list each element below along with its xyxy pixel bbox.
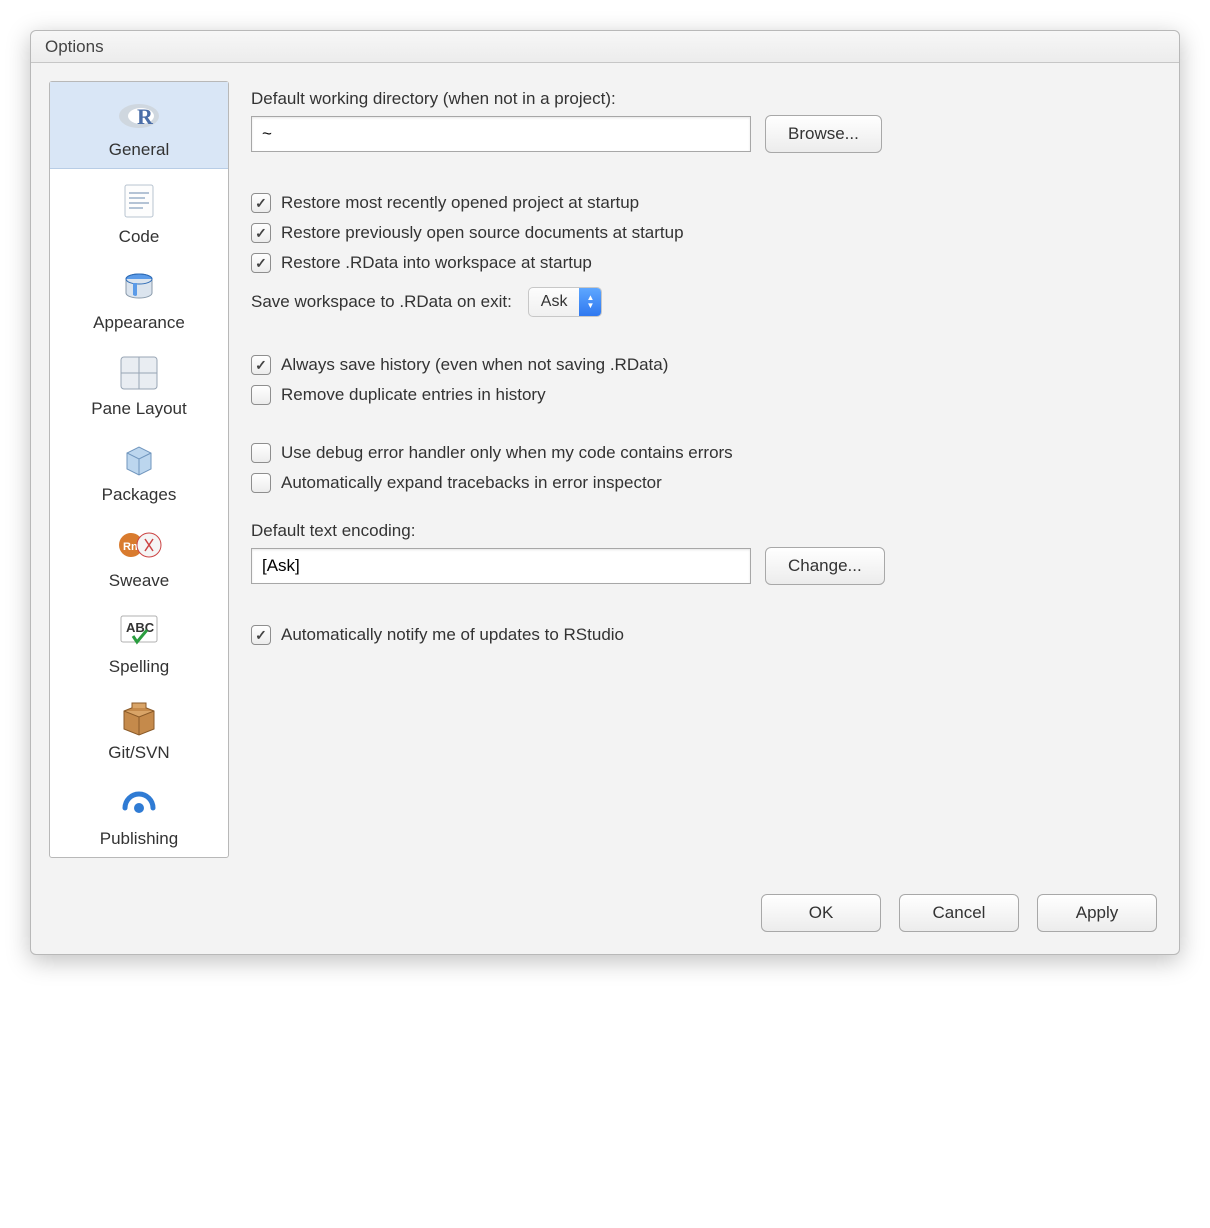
notify-updates-label: Automatically notify me of updates to RS… [281,625,624,645]
sidebar-item-label: Code [119,227,160,247]
dialog-footer: OK Cancel Apply [31,876,1179,954]
main-panel: Default working directory (when not in a… [251,81,1161,858]
working-dir-label: Default working directory (when not in a… [251,89,1151,109]
save-workspace-label: Save workspace to .RData on exit: [251,292,512,312]
working-dir-input[interactable] [251,116,751,152]
restore-rdata-checkbox[interactable] [251,253,271,273]
r-logo-icon: R [115,92,163,136]
save-workspace-select[interactable]: Ask ▲▼ [528,287,603,317]
change-button[interactable]: Change... [765,547,885,585]
expand-tracebacks-label: Automatically expand tracebacks in error… [281,473,662,493]
cancel-button[interactable]: Cancel [899,894,1019,932]
encoding-input[interactable] [251,548,751,584]
restore-project-label: Restore most recently opened project at … [281,193,639,213]
restore-project-checkbox[interactable] [251,193,271,213]
expand-tracebacks-checkbox[interactable] [251,473,271,493]
window-title: Options [45,37,104,57]
code-file-icon [119,179,159,223]
remove-dup-history-label: Remove duplicate entries in history [281,385,546,405]
sidebar-item-code[interactable]: Code [50,169,228,255]
paint-bucket-icon [119,265,159,309]
apply-button[interactable]: Apply [1037,894,1157,932]
sidebar-item-label: General [109,140,169,160]
restore-docs-label: Restore previously open source documents… [281,223,684,243]
debug-error-handler-label: Use debug error handler only when my cod… [281,443,733,463]
pane-layout-icon [118,351,160,395]
save-workspace-value: Ask [529,293,580,311]
cardboard-box-icon [118,695,160,739]
package-box-icon [119,437,159,481]
sidebar-item-sweave[interactable]: Rnw Sweave [50,513,228,599]
sidebar-item-spelling[interactable]: ABC Spelling [50,599,228,685]
browse-button[interactable]: Browse... [765,115,882,153]
ok-button[interactable]: OK [761,894,881,932]
restore-rdata-label: Restore .RData into workspace at startup [281,253,592,273]
sidebar-item-label: Pane Layout [91,399,186,419]
sweave-icon: Rnw [115,523,163,567]
sidebar-item-label: Sweave [109,571,169,591]
sidebar-item-publishing[interactable]: Publishing [50,771,228,857]
sidebar-item-label: Publishing [100,829,178,849]
sidebar-item-pane-layout[interactable]: Pane Layout [50,341,228,427]
sidebar-item-label: Git/SVN [108,743,169,763]
svg-text:R: R [137,104,154,129]
sidebar-item-packages[interactable]: Packages [50,427,228,513]
spellcheck-icon: ABC [117,609,161,653]
sidebar-item-git-svn[interactable]: Git/SVN [50,685,228,771]
titlebar: Options [31,31,1179,63]
sidebar-item-appearance[interactable]: Appearance [50,255,228,341]
always-save-history-label: Always save history (even when not savin… [281,355,668,375]
svg-text:ABC: ABC [126,620,155,635]
options-window: Options R General [30,30,1180,955]
sidebar: R General Code [49,81,229,858]
publish-icon [117,781,161,825]
sidebar-item-general[interactable]: R General [50,82,228,169]
sidebar-item-label: Spelling [109,657,170,677]
select-arrows-icon: ▲▼ [579,288,601,316]
notify-updates-checkbox[interactable] [251,625,271,645]
remove-dup-history-checkbox[interactable] [251,385,271,405]
always-save-history-checkbox[interactable] [251,355,271,375]
sidebar-item-label: Appearance [93,313,185,333]
sidebar-item-label: Packages [102,485,177,505]
debug-error-handler-checkbox[interactable] [251,443,271,463]
restore-docs-checkbox[interactable] [251,223,271,243]
encoding-label: Default text encoding: [251,521,1151,541]
